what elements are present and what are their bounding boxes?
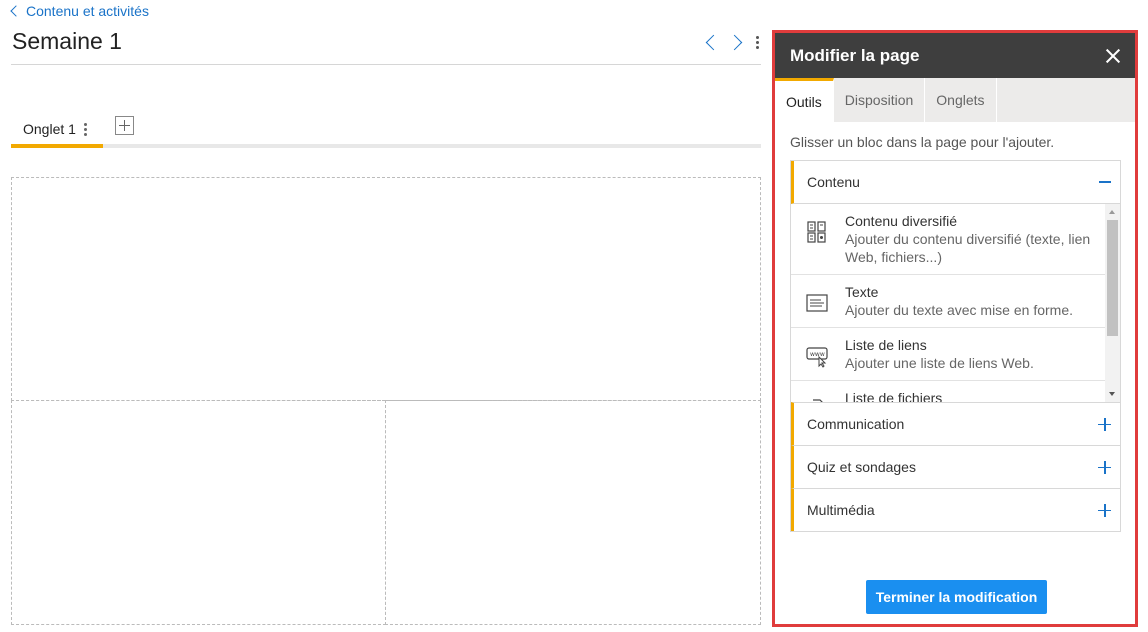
panel-tabs: Outils Disposition Onglets	[775, 78, 1135, 122]
block-description: Ajouter du texte avec mise en forme.	[845, 302, 1073, 318]
page-options-kebab-icon[interactable]	[754, 34, 761, 51]
expand-icon[interactable]	[1098, 460, 1111, 474]
tab-onglet-1[interactable]: Onglet 1	[11, 110, 103, 148]
section-contenu[interactable]: Contenu	[791, 161, 1120, 204]
contenu-block-list: Contenu diversifié Ajouter du contenu di…	[791, 204, 1120, 402]
scroll-down-arrow-icon[interactable]	[1109, 392, 1115, 396]
tab-options-kebab-icon[interactable]	[83, 122, 87, 136]
svg-text:www: www	[810, 351, 825, 358]
file-list-icon	[813, 399, 823, 402]
add-tab-icon[interactable]	[115, 116, 134, 135]
section-label: Communication	[807, 416, 905, 432]
next-page-icon[interactable]	[726, 34, 743, 51]
drag-hint: Glisser un bloc dans la page pour l'ajou…	[790, 134, 1055, 150]
section-quiz-et-sondages[interactable]: Quiz et sondages	[791, 445, 1120, 488]
block-contenu-diversifie[interactable]: Contenu diversifié Ajouter du contenu di…	[791, 204, 1105, 275]
section-multimedia[interactable]: Multimédia	[791, 488, 1120, 531]
block-title: Liste de fichiers	[845, 390, 943, 402]
page-tabs: Onglet 1	[11, 110, 761, 148]
chevron-left-icon	[10, 5, 22, 17]
page-title: Semaine 1	[12, 28, 122, 54]
expand-icon[interactable]	[1098, 503, 1111, 517]
mixed-content-icon	[807, 221, 826, 243]
drop-zone-bottom-left[interactable]	[11, 400, 386, 625]
section-communication[interactable]: Communication	[791, 402, 1120, 445]
scrollbar-thumb[interactable]	[1107, 220, 1118, 336]
panel-title: Modifier la page	[790, 45, 920, 65]
block-liste-de-liens[interactable]: www Liste de liens Ajouter une liste de …	[791, 328, 1105, 381]
tab-disposition[interactable]: Disposition	[834, 78, 926, 122]
finish-editing-button[interactable]: Terminer la modification	[866, 580, 1047, 614]
scroll-up-arrow-icon[interactable]	[1109, 210, 1115, 214]
block-accordion: Contenu Contenu diversifié Ajouter du co…	[790, 160, 1121, 532]
link-list-icon: www	[806, 347, 828, 368]
block-list-scrollbar[interactable]	[1105, 204, 1120, 402]
close-icon[interactable]	[1105, 48, 1121, 64]
page-navigation	[704, 34, 761, 51]
panel-header: Modifier la page	[775, 33, 1135, 78]
section-label: Quiz et sondages	[807, 459, 916, 475]
drop-zone-top[interactable]	[11, 177, 761, 401]
drop-zone-bottom-right[interactable]	[385, 400, 761, 625]
expand-icon[interactable]	[1098, 417, 1111, 431]
previous-page-icon[interactable]	[705, 34, 722, 51]
text-document-icon	[806, 294, 828, 312]
edit-page-panel: Modifier la page Outils Disposition Ongl…	[772, 30, 1138, 627]
collapse-icon[interactable]	[1099, 181, 1111, 183]
block-title: Contenu diversifié	[845, 213, 958, 229]
tabs-track	[11, 144, 761, 148]
block-title: Texte	[845, 284, 879, 300]
block-title: Liste de liens	[845, 337, 927, 353]
section-label: Multimédia	[807, 502, 875, 518]
title-divider	[11, 64, 761, 65]
block-texte[interactable]: Texte Ajouter du texte avec mise en form…	[791, 275, 1105, 328]
section-label: Contenu	[807, 174, 860, 190]
breadcrumb-label: Contenu et activités	[26, 3, 149, 19]
block-liste-de-fichiers[interactable]: Liste de fichiers	[791, 381, 1105, 402]
tab-label: Onglet 1	[23, 121, 76, 137]
block-description: Ajouter une liste de liens Web.	[845, 355, 1034, 371]
tab-outils[interactable]: Outils	[775, 78, 834, 122]
tab-onglets[interactable]: Onglets	[925, 78, 997, 122]
breadcrumb-back-link[interactable]: Contenu et activités	[10, 3, 149, 19]
block-description: Ajouter du contenu diversifié (texte, li…	[845, 231, 1091, 265]
